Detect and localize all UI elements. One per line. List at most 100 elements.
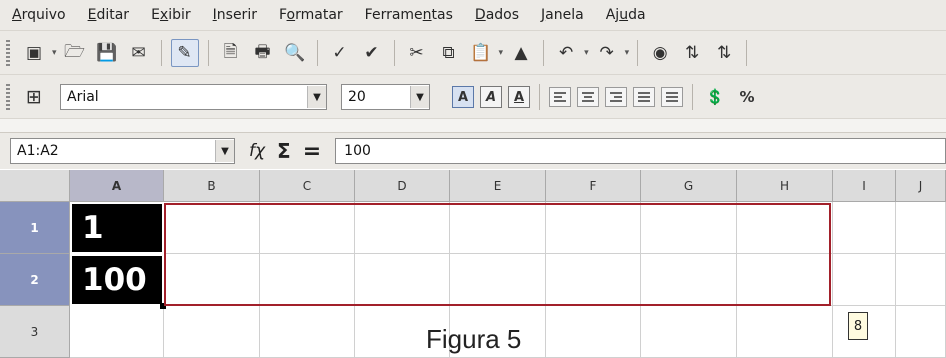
redo-icon[interactable]: ↷ bbox=[594, 40, 620, 66]
select-all-corner[interactable] bbox=[0, 170, 70, 202]
menu-ajuda[interactable]: Ajuda bbox=[606, 7, 646, 23]
cell-c2[interactable] bbox=[260, 254, 355, 306]
name-box[interactable]: A1:A2 ▼ bbox=[10, 138, 235, 164]
currency-format-icon[interactable]: 💲 bbox=[702, 84, 728, 110]
edit-mode-icon[interactable]: ✎ bbox=[170, 39, 199, 67]
paste-dropdown-arrow[interactable]: ▾ bbox=[499, 48, 504, 58]
cell-g2[interactable] bbox=[641, 254, 737, 306]
email-icon[interactable]: ✉ bbox=[126, 40, 152, 66]
cell-b3[interactable] bbox=[164, 306, 260, 358]
chevron-down-icon[interactable]: ▼ bbox=[307, 86, 326, 108]
menu-inserir[interactable]: Inserir bbox=[213, 7, 257, 23]
cell-g3[interactable] bbox=[641, 306, 737, 358]
align-left-icon[interactable] bbox=[549, 87, 571, 107]
export-pdf-icon[interactable]: 🗎 bbox=[218, 40, 244, 66]
cell-i2[interactable] bbox=[833, 254, 896, 306]
cell-a2[interactable]: 100 bbox=[70, 254, 164, 306]
spellcheck-icon[interactable]: ✓ bbox=[327, 40, 353, 66]
row-header-2[interactable]: 2 bbox=[0, 254, 70, 306]
sort-ascending-icon[interactable]: ⇅ bbox=[679, 40, 705, 66]
cell-e2[interactable] bbox=[450, 254, 546, 306]
menu-exibir[interactable]: Exibir bbox=[151, 7, 191, 23]
cell-j2[interactable] bbox=[896, 254, 946, 306]
menu-janela[interactable]: Janela bbox=[541, 7, 584, 23]
sum-icon[interactable]: Σ bbox=[277, 139, 291, 163]
row-header-3[interactable]: 3 bbox=[0, 306, 70, 358]
undo-icon[interactable]: ↶ bbox=[553, 40, 579, 66]
cell-a3[interactable] bbox=[70, 306, 164, 358]
cell-d1[interactable] bbox=[355, 202, 450, 254]
cell-f1[interactable] bbox=[546, 202, 641, 254]
cell-a1[interactable]: 1 bbox=[70, 202, 164, 254]
column-header-i[interactable]: I bbox=[833, 170, 896, 202]
cell-e1[interactable] bbox=[450, 202, 546, 254]
cell-f2[interactable] bbox=[546, 254, 641, 306]
cut-icon[interactable]: ✂ bbox=[404, 40, 430, 66]
menu-formatar[interactable]: Formatar bbox=[279, 7, 343, 23]
font-size-combobox[interactable]: 20 ▼ bbox=[341, 84, 430, 110]
merge-cells-icon[interactable] bbox=[661, 87, 683, 107]
autospellcheck-icon[interactable]: ✔ bbox=[359, 40, 385, 66]
paste-icon[interactable]: 📋 bbox=[468, 40, 494, 66]
cell-d2[interactable] bbox=[355, 254, 450, 306]
cell-g1[interactable] bbox=[641, 202, 737, 254]
autofill-handle[interactable] bbox=[160, 303, 166, 309]
cell-j3[interactable] bbox=[896, 306, 946, 358]
column-header-g[interactable]: G bbox=[641, 170, 737, 202]
underline-button[interactable]: A bbox=[508, 86, 530, 108]
percent-format-button[interactable]: % bbox=[734, 84, 760, 110]
align-right-icon[interactable] bbox=[605, 87, 627, 107]
italic-button[interactable]: A bbox=[480, 86, 502, 108]
toolbar-grip[interactable] bbox=[6, 84, 10, 110]
menu-ferramentas[interactable]: Ferramentas bbox=[365, 7, 453, 23]
column-header-e[interactable]: E bbox=[450, 170, 546, 202]
chevron-down-icon[interactable]: ▼ bbox=[410, 86, 429, 108]
cell-h3[interactable] bbox=[737, 306, 833, 358]
new-dropdown-arrow[interactable]: ▾ bbox=[52, 48, 57, 58]
column-header-b[interactable]: B bbox=[164, 170, 260, 202]
font-name-combobox[interactable]: Arial ▼ bbox=[60, 84, 327, 110]
formula-input[interactable]: 100 bbox=[335, 138, 946, 164]
cell-h2[interactable] bbox=[737, 254, 833, 306]
format-paintbrush-icon[interactable]: ▲ bbox=[508, 40, 534, 66]
row-header-1[interactable]: 1 bbox=[0, 202, 70, 254]
navigator-icon[interactable]: ◉ bbox=[647, 40, 673, 66]
column-header-a[interactable]: A bbox=[70, 170, 164, 202]
column-header-j[interactable]: J bbox=[896, 170, 946, 202]
cell-i1[interactable] bbox=[833, 202, 896, 254]
column-header-h[interactable]: H bbox=[737, 170, 833, 202]
column-header-d[interactable]: D bbox=[355, 170, 450, 202]
toolbar-grip[interactable] bbox=[6, 40, 10, 66]
redo-dropdown-arrow[interactable]: ▾ bbox=[625, 48, 630, 58]
print-preview-icon[interactable]: 🔍 bbox=[282, 40, 308, 66]
bold-button[interactable]: A bbox=[452, 86, 474, 108]
equals-icon[interactable]: = bbox=[303, 139, 321, 164]
save-icon[interactable]: 💾 bbox=[94, 40, 120, 66]
column-header-c[interactable]: C bbox=[260, 170, 355, 202]
function-wizard-icon[interactable]: fχ bbox=[249, 141, 265, 161]
toolbar-separator bbox=[692, 84, 693, 110]
new-document-icon[interactable]: ▣ bbox=[21, 40, 47, 66]
menu-arquivo[interactable]: Arquivo bbox=[12, 7, 66, 23]
autofill-value-tooltip: 8 bbox=[848, 312, 868, 340]
cell-c3[interactable] bbox=[260, 306, 355, 358]
cell-b2[interactable] bbox=[164, 254, 260, 306]
align-center-icon[interactable] bbox=[577, 87, 599, 107]
undo-dropdown-arrow[interactable]: ▾ bbox=[584, 48, 589, 58]
styles-icon[interactable]: ⊞ bbox=[21, 84, 47, 110]
menu-bar: Arquivo Editar Exibir Inserir Formatar F… bbox=[0, 0, 946, 30]
cell-j1[interactable] bbox=[896, 202, 946, 254]
cell-h1[interactable] bbox=[737, 202, 833, 254]
print-icon[interactable]: 🖶 bbox=[250, 40, 276, 66]
menu-editar[interactable]: Editar bbox=[88, 7, 129, 23]
menu-dados[interactable]: Dados bbox=[475, 7, 519, 23]
chevron-down-icon[interactable]: ▼ bbox=[215, 140, 234, 162]
cell-c1[interactable] bbox=[260, 202, 355, 254]
cell-b1[interactable] bbox=[164, 202, 260, 254]
column-header-f[interactable]: F bbox=[546, 170, 641, 202]
open-folder-icon[interactable]: 🗁 bbox=[62, 40, 88, 66]
copy-icon[interactable]: ⧉ bbox=[436, 40, 462, 66]
cell-f3[interactable] bbox=[546, 306, 641, 358]
align-justify-icon[interactable] bbox=[633, 87, 655, 107]
sort-descending-icon[interactable]: ⇅ bbox=[711, 40, 737, 66]
